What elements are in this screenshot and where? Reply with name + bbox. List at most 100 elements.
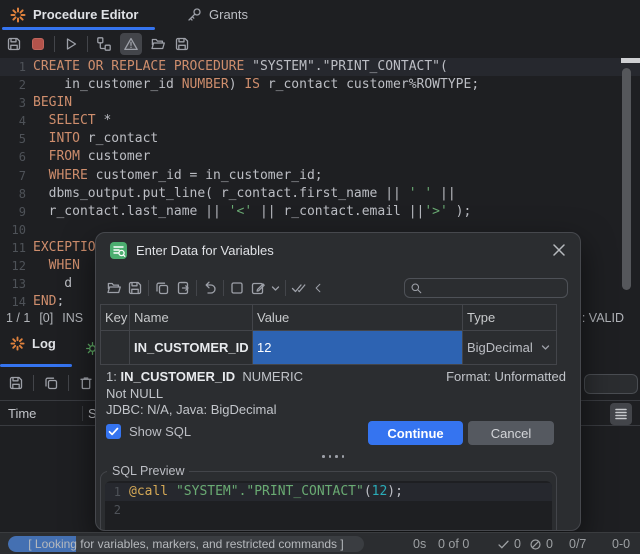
line-number: 8	[0, 185, 26, 203]
code-line[interactable]: 8 dbms_output.put_line( r_contact.first_…	[0, 185, 640, 203]
success-check-icon	[497, 538, 510, 551]
search-icon	[410, 282, 423, 295]
code-line[interactable]: 2	[105, 501, 552, 519]
save-parameters-icon[interactable]	[127, 280, 143, 296]
progress-bar: [ Looking for variables, markers, and re…	[8, 536, 364, 552]
cancel-button[interactable]: Cancel	[468, 421, 554, 445]
key-icon	[186, 7, 202, 23]
continue-button[interactable]: Continue	[368, 421, 463, 445]
sql-preview-panel: SQL Preview 1@call "SYSTEM"."PRINT_CONTA…	[100, 471, 557, 531]
active-tab-underline	[0, 364, 72, 367]
variables-table-header: Key Name Value Type	[101, 305, 556, 331]
chevron-down-icon	[541, 343, 550, 352]
log-column-time[interactable]: Time	[0, 406, 82, 421]
edit-value-icon[interactable]	[250, 280, 266, 296]
log-filter-field[interactable]	[584, 374, 638, 394]
apply-all-icon[interactable]	[291, 280, 307, 296]
copy-icon[interactable]	[43, 375, 59, 391]
type-dropdown[interactable]: BigDecimal	[462, 331, 556, 364]
code-line[interactable]: 6 FROM customer	[0, 148, 640, 166]
code-line[interactable]: 4 SELECT *	[0, 112, 640, 130]
tab-procedure-editor[interactable]: Procedure Editor	[10, 0, 138, 29]
open-parameters-icon[interactable]	[106, 280, 122, 296]
object-status: : VALID	[582, 311, 624, 325]
scrollbar-marker	[621, 58, 640, 63]
code-line[interactable]: 1CREATE OR REPLACE PROCEDURE "SYSTEM"."P…	[0, 58, 640, 76]
code-line[interactable]: 2 in_customer_id NUMBER) IS r_contact cu…	[0, 76, 640, 94]
column-type[interactable]: Type	[462, 305, 556, 330]
toolbar-divider	[285, 280, 286, 296]
line-number: 9	[0, 203, 26, 221]
line-number: 2	[0, 76, 26, 94]
line-number: 1	[0, 58, 26, 76]
line-number: 1	[105, 483, 121, 501]
resize-handle-dots[interactable]	[322, 455, 344, 458]
loading-spinner-icon	[10, 336, 25, 351]
loading-spinner-icon	[10, 7, 26, 23]
save-icon[interactable]	[6, 36, 22, 52]
code-line[interactable]: 5 INTO r_contact	[0, 130, 640, 148]
statement-count: 0 of 0	[438, 536, 469, 552]
line-number: 3	[0, 94, 26, 112]
cancelled-count: 0	[546, 536, 553, 552]
elapsed-time: 0s	[413, 536, 426, 552]
code-line[interactable]: 7 WHERE customer_id = in_customer_id;	[0, 167, 640, 185]
structure-icon[interactable]	[96, 36, 112, 52]
save-log-icon[interactable]	[8, 375, 24, 391]
toolbar-divider	[148, 280, 149, 296]
log-view-options[interactable]	[610, 403, 632, 425]
chevron-down-icon[interactable]	[271, 284, 280, 293]
search-input[interactable]	[427, 281, 557, 295]
column-value[interactable]: Value	[252, 305, 462, 330]
tab-log[interactable]: Log	[10, 336, 56, 351]
undo-icon[interactable]	[202, 280, 218, 296]
cancelled-icon	[529, 538, 542, 551]
close-icon[interactable]	[552, 243, 566, 257]
open-icon[interactable]	[150, 36, 166, 52]
variable-jdbc: JDBC: N/A, Java: BigDecimal	[106, 402, 303, 419]
toolbar-divider	[68, 375, 69, 391]
tab-label: Grants	[209, 7, 248, 22]
code-line[interactable]: 3BEGIN	[0, 94, 640, 112]
line-number: 13	[0, 275, 26, 293]
dialog-header: Enter Data for Variables	[96, 233, 580, 267]
run-icon[interactable]	[63, 36, 79, 52]
key-cell[interactable]	[101, 331, 129, 364]
stop-icon[interactable]	[30, 36, 46, 52]
column-key[interactable]: Key	[101, 305, 129, 330]
show-sql-checkbox[interactable]	[106, 424, 121, 439]
sql-preview-editor[interactable]: 1@call "SYSTEM"."PRINT_CONTACT"(12);2	[105, 481, 552, 531]
code-line[interactable]: 9 r_contact.last_name || '<' || r_contac…	[0, 203, 640, 221]
column-name[interactable]: Name	[129, 305, 252, 330]
toolbar-divider	[223, 280, 224, 296]
variable-nullability: Not NULL	[106, 386, 303, 403]
line-number: 14	[0, 293, 26, 306]
variable-info-line1: 1: IN_CUSTOMER_ID NUMERIC	[106, 369, 303, 386]
compile-warnings-toggle[interactable]	[120, 33, 142, 55]
toolbar-divider	[54, 36, 55, 52]
dialog-title: Enter Data for Variables	[136, 243, 274, 258]
caret-position: 1 / 1	[6, 311, 30, 325]
code-line[interactable]: 1@call "SYSTEM"."PRINT_CONTACT"(12);	[105, 483, 552, 501]
tab-label: Log	[32, 336, 56, 351]
tab-grants[interactable]: Grants	[186, 0, 248, 29]
paste-icon[interactable]	[175, 280, 191, 296]
chevron-left-icon[interactable]	[312, 282, 324, 294]
name-cell[interactable]: IN_CUSTOMER_ID	[129, 331, 252, 364]
line-number: 6	[0, 148, 26, 166]
app-window: Procedure Editor Grants	[0, 0, 640, 554]
copy-icon[interactable]	[154, 280, 170, 296]
insert-mode: INS	[62, 311, 83, 325]
save-all-icon[interactable]	[174, 36, 190, 52]
empty-value-icon[interactable]	[229, 280, 245, 296]
procedure-toolbar	[0, 30, 640, 58]
dialog-toolbar	[106, 277, 572, 299]
line-number: 12	[0, 257, 26, 275]
dialog-search-box[interactable]	[404, 278, 568, 298]
parameters-dialog-icon	[110, 242, 127, 259]
check-icon	[106, 424, 121, 439]
editor-vertical-scrollbar[interactable]	[622, 68, 631, 290]
value-cell[interactable]: 12	[252, 331, 462, 364]
delete-icon[interactable]	[78, 375, 94, 391]
show-sql-option[interactable]: Show SQL	[106, 424, 191, 439]
